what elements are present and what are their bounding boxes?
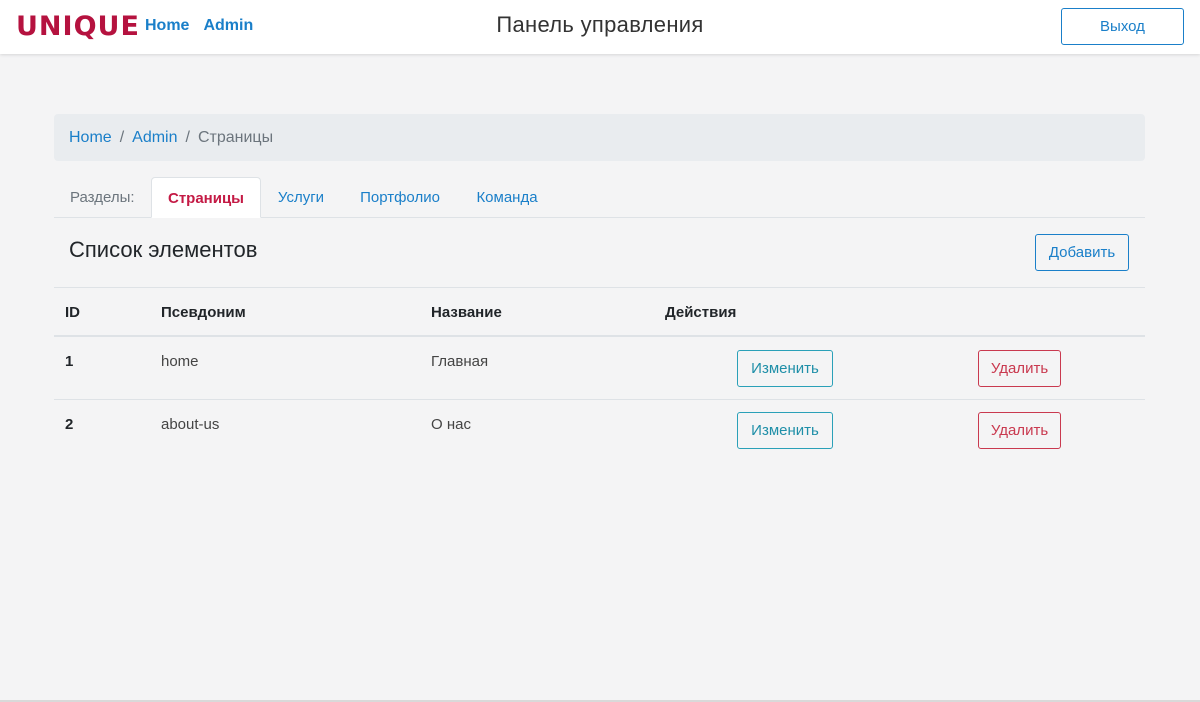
breadcrumb-current: Страницы xyxy=(197,128,274,146)
row-divider xyxy=(54,399,1145,400)
column-header-id: ID xyxy=(65,304,80,321)
tabs-label: Разделы: xyxy=(70,189,135,206)
column-header-name: Название xyxy=(431,304,502,321)
breadcrumb-separator: / xyxy=(119,128,125,146)
add-button[interactable]: Добавить xyxy=(1035,234,1129,271)
tab-services[interactable]: Услуги xyxy=(266,177,336,218)
breadcrumb-admin[interactable]: Admin xyxy=(132,129,177,147)
top-navbar: UNIQUE Home Admin Панель управления Выхо… xyxy=(0,0,1200,54)
row-alias: about-us xyxy=(161,416,220,433)
column-header-actions: Действия xyxy=(665,304,737,321)
header-divider xyxy=(54,335,1145,337)
row-name: Главная xyxy=(431,353,489,370)
breadcrumb-separator: / xyxy=(185,128,190,146)
breadcrumb: Home / Admin / Страницы xyxy=(54,114,1145,161)
tab-team[interactable]: Команда xyxy=(464,177,550,218)
divider xyxy=(54,287,1145,288)
section-tabs: Разделы: Страницы Услуги Портфолио Коман… xyxy=(54,177,1145,218)
row-id: 1 xyxy=(65,353,74,370)
tab-portfolio[interactable]: Портфолио xyxy=(349,177,451,218)
row-id: 2 xyxy=(65,416,74,433)
edit-button[interactable]: Изменить xyxy=(737,350,833,387)
list-title: Список элементов xyxy=(69,237,258,262)
row-name: О нас xyxy=(431,416,471,433)
logout-button[interactable]: Выход xyxy=(1061,8,1184,45)
delete-button[interactable]: Удалить xyxy=(978,412,1061,449)
page-title: Панель управления xyxy=(496,12,704,37)
column-header-alias: Псевдоним xyxy=(161,304,246,321)
edit-button[interactable]: Изменить xyxy=(737,412,833,449)
breadcrumb-home[interactable]: Home xyxy=(69,129,112,147)
tab-pages[interactable]: Страницы xyxy=(151,177,261,218)
delete-button[interactable]: Удалить xyxy=(978,350,1061,387)
row-alias: home xyxy=(161,353,199,370)
